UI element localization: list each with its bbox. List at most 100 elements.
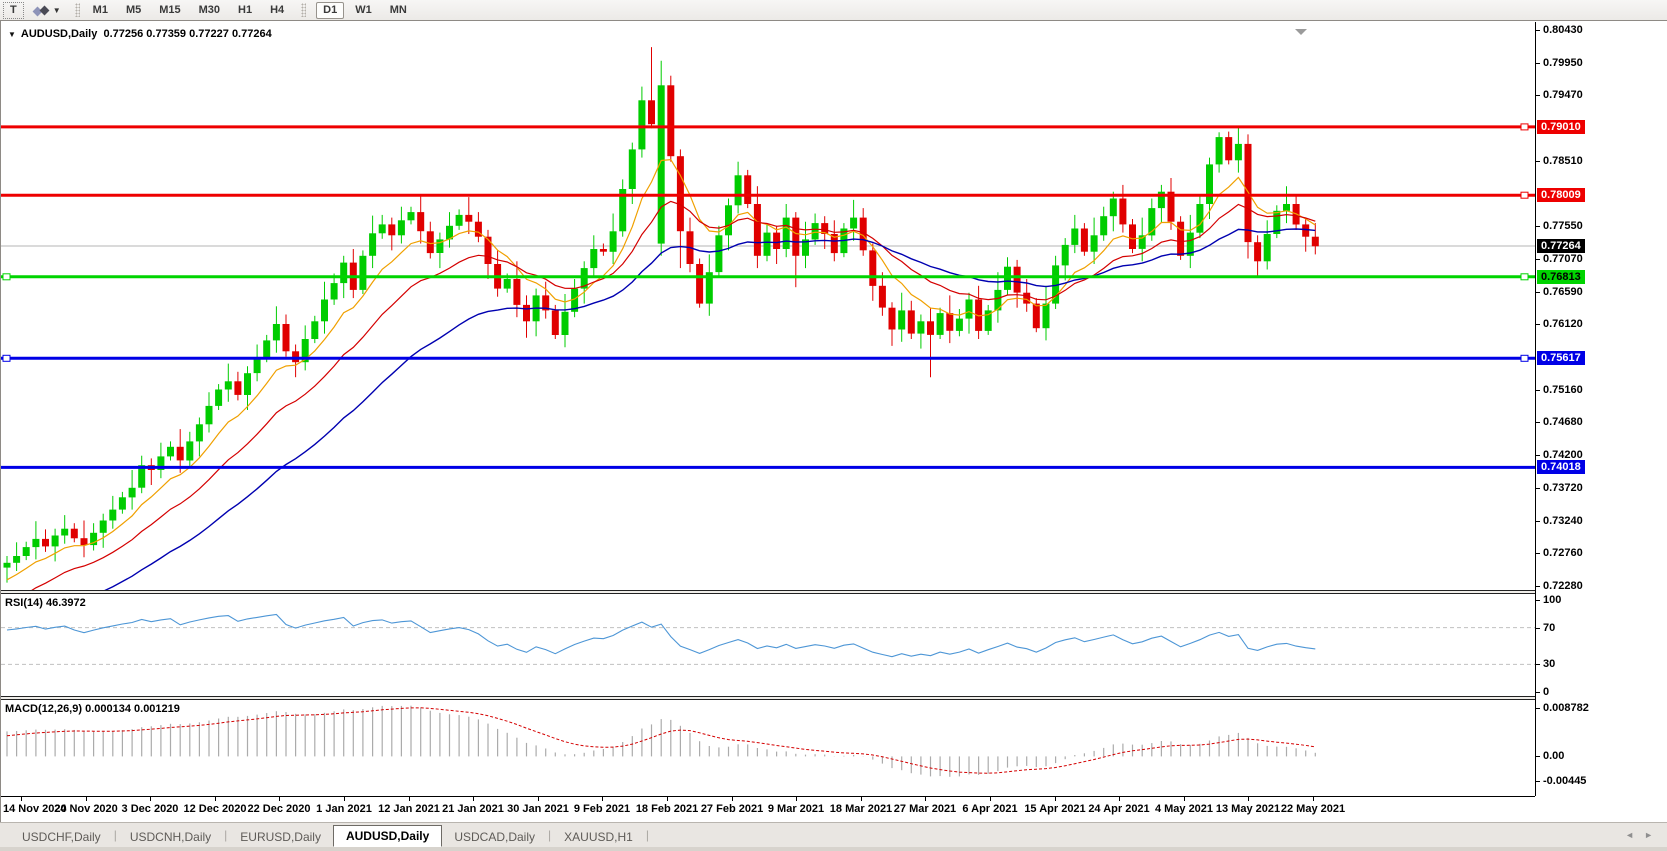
price-axis-label: 0.73720 xyxy=(1543,482,1583,494)
axis-tick xyxy=(1536,521,1540,522)
date-tick xyxy=(1119,797,1120,801)
date-tick xyxy=(150,797,151,801)
diamond-icon xyxy=(39,5,49,15)
axis-tick xyxy=(1536,455,1540,456)
timeframe-button-w1[interactable]: W1 xyxy=(348,2,379,19)
ohlc-close: 0.77264 xyxy=(232,28,272,40)
macd-canvas[interactable] xyxy=(1,700,1535,796)
timeframe-button-m30[interactable]: M30 xyxy=(192,2,227,19)
axis-tick xyxy=(1536,226,1540,227)
rsi-axis-label: 70 xyxy=(1543,622,1555,634)
macd-axis-label: -0.00445 xyxy=(1543,775,1586,787)
toolbar-grip[interactable] xyxy=(301,3,306,17)
line-price-tag-0.75617: 0.75617 xyxy=(1537,351,1585,365)
date-tick xyxy=(667,797,668,801)
date-tick xyxy=(409,797,410,801)
chart-tab-usdcnh-daily[interactable]: USDCNH,Daily xyxy=(118,827,223,847)
axis-tick xyxy=(1536,708,1540,709)
rsi-panel[interactable]: RSI(14) 46.3972 xyxy=(1,594,1535,696)
chart-shift-marker-icon[interactable] xyxy=(1295,29,1307,35)
line-handle[interactable] xyxy=(1521,124,1528,130)
axis-tick xyxy=(1536,422,1540,423)
chart-window: ▼AUDUSD,Daily 0.77256 0.77359 0.77227 0.… xyxy=(0,21,1667,822)
cursor-style-button[interactable]: ▼ xyxy=(30,2,65,19)
line-handle[interactable] xyxy=(1521,192,1528,198)
price-axis-label: 0.76120 xyxy=(1543,318,1583,330)
date-tick xyxy=(279,797,280,801)
text-tool-label: T xyxy=(10,4,17,16)
line-price-tag-0.78009: 0.78009 xyxy=(1537,188,1585,202)
date-tick xyxy=(1055,797,1056,801)
axis-tick xyxy=(1536,292,1540,293)
tab-separator: | xyxy=(645,828,650,842)
ohlc-low: 0.77227 xyxy=(189,28,229,40)
axis-tick xyxy=(1536,586,1540,587)
chart-title: ▼AUDUSD,Daily 0.77256 0.77359 0.77227 0.… xyxy=(8,28,272,40)
macd-panel[interactable]: MACD(12,26,9) 0.000134 0.001219 xyxy=(1,700,1535,796)
axis-tick xyxy=(1536,756,1540,757)
line-handle[interactable] xyxy=(1521,355,1528,361)
chart-tab-audusd-daily[interactable]: AUDUSD,Daily xyxy=(333,825,442,847)
date-tick xyxy=(538,797,539,801)
axis-tick xyxy=(1536,324,1540,325)
line-handle[interactable] xyxy=(3,274,10,280)
date-axis[interactable]: 14 Nov 202024 Nov 20203 Dec 202012 Dec 2… xyxy=(1,796,1535,822)
timeframe-button-m15[interactable]: M15 xyxy=(152,2,187,19)
date-tick xyxy=(1313,797,1314,801)
line-price-tag-0.79010: 0.79010 xyxy=(1537,120,1585,134)
date-tick xyxy=(732,797,733,801)
chart-tab-usdchf-daily[interactable]: USDCHF,Daily xyxy=(10,827,113,847)
chart-tab-xauusd-h1[interactable]: XAUUSD,H1 xyxy=(552,827,645,847)
macd-axis-label: 0.00 xyxy=(1543,750,1564,762)
price-axis-label: 0.77550 xyxy=(1543,220,1583,232)
axis-tick xyxy=(1536,161,1540,162)
timeframe-button-mn[interactable]: MN xyxy=(383,2,414,19)
ohlc-high: 0.77359 xyxy=(146,28,186,40)
chart-tab-eurusd-daily[interactable]: EURUSD,Daily xyxy=(228,827,333,847)
timeframe-button-d1[interactable]: D1 xyxy=(316,2,344,19)
timeframe-button-h1[interactable]: H1 xyxy=(231,2,259,19)
date-tick xyxy=(796,797,797,801)
price-axis-label: 0.77070 xyxy=(1543,253,1583,265)
axis-tick xyxy=(1536,30,1540,31)
line-price-tag-0.74018: 0.74018 xyxy=(1537,460,1585,474)
timeframe-button-m5[interactable]: M5 xyxy=(119,2,148,19)
price-axis-label: 0.79950 xyxy=(1543,57,1583,69)
tab-scroll-arrows: ◄ ► xyxy=(1625,830,1653,840)
price-axis-label: 0.74680 xyxy=(1543,416,1583,428)
axis-tick xyxy=(1536,781,1540,782)
mt4-application: T ▼ M1M5M15 M30H1H4 D1W1MN ▼ AUDUSD,Daily 0… xyxy=(0,0,1667,851)
axis-tick xyxy=(1536,95,1540,96)
line-handle[interactable] xyxy=(3,355,10,361)
rsi-canvas[interactable] xyxy=(1,594,1535,696)
chart-collapse-icon: ▼ xyxy=(8,30,16,39)
chart-tab-bar: USDCHF,Daily|USDCNH,Daily|EURUSD,DailyAU… xyxy=(0,822,1667,847)
main-chart-panel[interactable]: ▼AUDUSD,Daily 0.77256 0.77359 0.77227 0.… xyxy=(1,22,1535,590)
date-tick xyxy=(1184,797,1185,801)
axis-tick xyxy=(1536,259,1540,260)
date-tick xyxy=(602,797,603,801)
timeframe-toolbar: M1M5M15 M30H1H4 D1W1MN xyxy=(86,2,414,19)
chart-tab-usdcad-daily[interactable]: USDCAD,Daily xyxy=(442,827,547,847)
current-price-tag: 0.77264 xyxy=(1537,239,1585,253)
axis-tick xyxy=(1536,628,1540,629)
main-chart-canvas[interactable] xyxy=(1,22,1535,590)
date-tick xyxy=(21,797,22,801)
chart-symbol-label: AUDUSD,Daily xyxy=(21,28,97,40)
tab-scroll-right-icon[interactable]: ► xyxy=(1644,830,1653,840)
line-price-tag-0.76813: 0.76813 xyxy=(1537,270,1585,284)
line-handle[interactable] xyxy=(1521,274,1528,280)
status-strip xyxy=(0,847,1667,851)
toolbar-grip[interactable] xyxy=(75,3,80,17)
macd-label: MACD(12,26,9) 0.000134 0.001219 xyxy=(5,703,180,715)
tab-scroll-left-icon[interactable]: ◄ xyxy=(1625,830,1634,840)
price-axis[interactable]: 0.804300.799500.794700.785100.775500.770… xyxy=(1535,22,1667,796)
date-axis-label: 22 May 2021 xyxy=(1273,803,1353,815)
ma-slow-line xyxy=(7,229,1315,590)
dropdown-caret-icon: ▼ xyxy=(53,6,61,15)
axis-tick xyxy=(1536,488,1540,489)
timeframe-button-m1[interactable]: M1 xyxy=(86,2,115,19)
timeframe-button-h4[interactable]: H4 xyxy=(263,2,291,19)
date-tick xyxy=(1248,797,1249,801)
text-tool-button[interactable]: T xyxy=(3,2,24,19)
